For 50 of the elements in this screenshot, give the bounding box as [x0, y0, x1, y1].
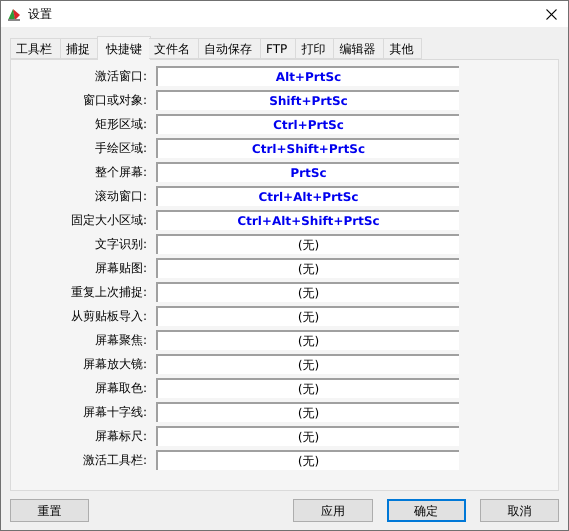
hotkey-field[interactable]: (无): [156, 234, 459, 254]
hotkey-field[interactable]: Shift+PrtSc: [156, 90, 459, 110]
dialog-button[interactable]: 重置: [10, 499, 90, 522]
hotkey-field[interactable]: Ctrl+Alt+PrtSc: [156, 186, 459, 206]
field-label: 激活工具栏:: [82, 452, 147, 469]
field-label: 屏幕放大镜:: [82, 356, 147, 373]
hotkey-field[interactable]: (无): [156, 306, 459, 326]
field-label: 窗口或对象:: [82, 92, 147, 109]
tab[interactable]: 其他: [384, 38, 422, 59]
hotkey-field[interactable]: (无): [156, 450, 459, 470]
field-label: 屏幕聚焦:: [94, 332, 147, 349]
field-label: 屏幕取色:: [94, 380, 147, 397]
hotkey-field[interactable]: Ctrl+Alt+Shift+PrtSc: [156, 210, 459, 230]
window-title: 设置: [28, 6, 52, 23]
dialog-button[interactable]: 确定: [386, 499, 466, 522]
tab[interactable]: 自动保存: [199, 38, 261, 59]
hotkey-field[interactable]: (无): [156, 282, 459, 302]
field-label: 矩形区域:: [94, 116, 147, 133]
hotkey-field[interactable]: (无): [156, 402, 459, 422]
hotkey-field[interactable]: (无): [156, 258, 459, 278]
field-label: 固定大小区域:: [70, 212, 147, 229]
tab[interactable]: 打印: [296, 38, 334, 59]
app-icon: [6, 6, 22, 22]
field-label: 整个屏幕:: [94, 164, 147, 181]
hotkey-field[interactable]: (无): [156, 378, 459, 398]
field-label: 屏幕标尺:: [94, 428, 147, 445]
hotkey-field[interactable]: (无): [156, 354, 459, 374]
field-label: 滚动窗口:: [94, 188, 147, 205]
field-label: 手绘区域:: [94, 140, 147, 157]
hotkey-field[interactable]: Ctrl+Shift+PrtSc: [156, 138, 459, 158]
tab[interactable]: 快捷键: [97, 36, 151, 60]
tab[interactable]: 捕捉: [61, 38, 99, 59]
field-label: 屏幕贴图:: [94, 260, 147, 277]
tab[interactable]: 工具栏: [10, 38, 61, 59]
field-label: 从剪贴板导入:: [70, 308, 147, 325]
dialog-button[interactable]: 应用: [293, 499, 372, 522]
field-label: 激活窗口:: [94, 68, 147, 85]
hotkey-field[interactable]: PrtSc: [156, 162, 459, 182]
tab[interactable]: 编辑器: [334, 38, 384, 59]
hotkey-field[interactable]: Ctrl+PrtSc: [156, 114, 459, 134]
field-label: 文字识别:: [94, 236, 147, 253]
field-label: 重复上次捕捉:: [70, 284, 147, 301]
hotkey-field[interactable]: (无): [156, 426, 459, 446]
hotkey-field[interactable]: Alt+PrtSc: [156, 66, 459, 86]
hotkey-field[interactable]: (无): [156, 330, 459, 350]
field-label: 屏幕十字线:: [82, 404, 147, 421]
tab[interactable]: 文件名: [149, 38, 199, 59]
tab[interactable]: FTP: [261, 38, 296, 59]
dialog-button[interactable]: 取消: [480, 499, 560, 522]
close-icon[interactable]: [546, 8, 557, 20]
